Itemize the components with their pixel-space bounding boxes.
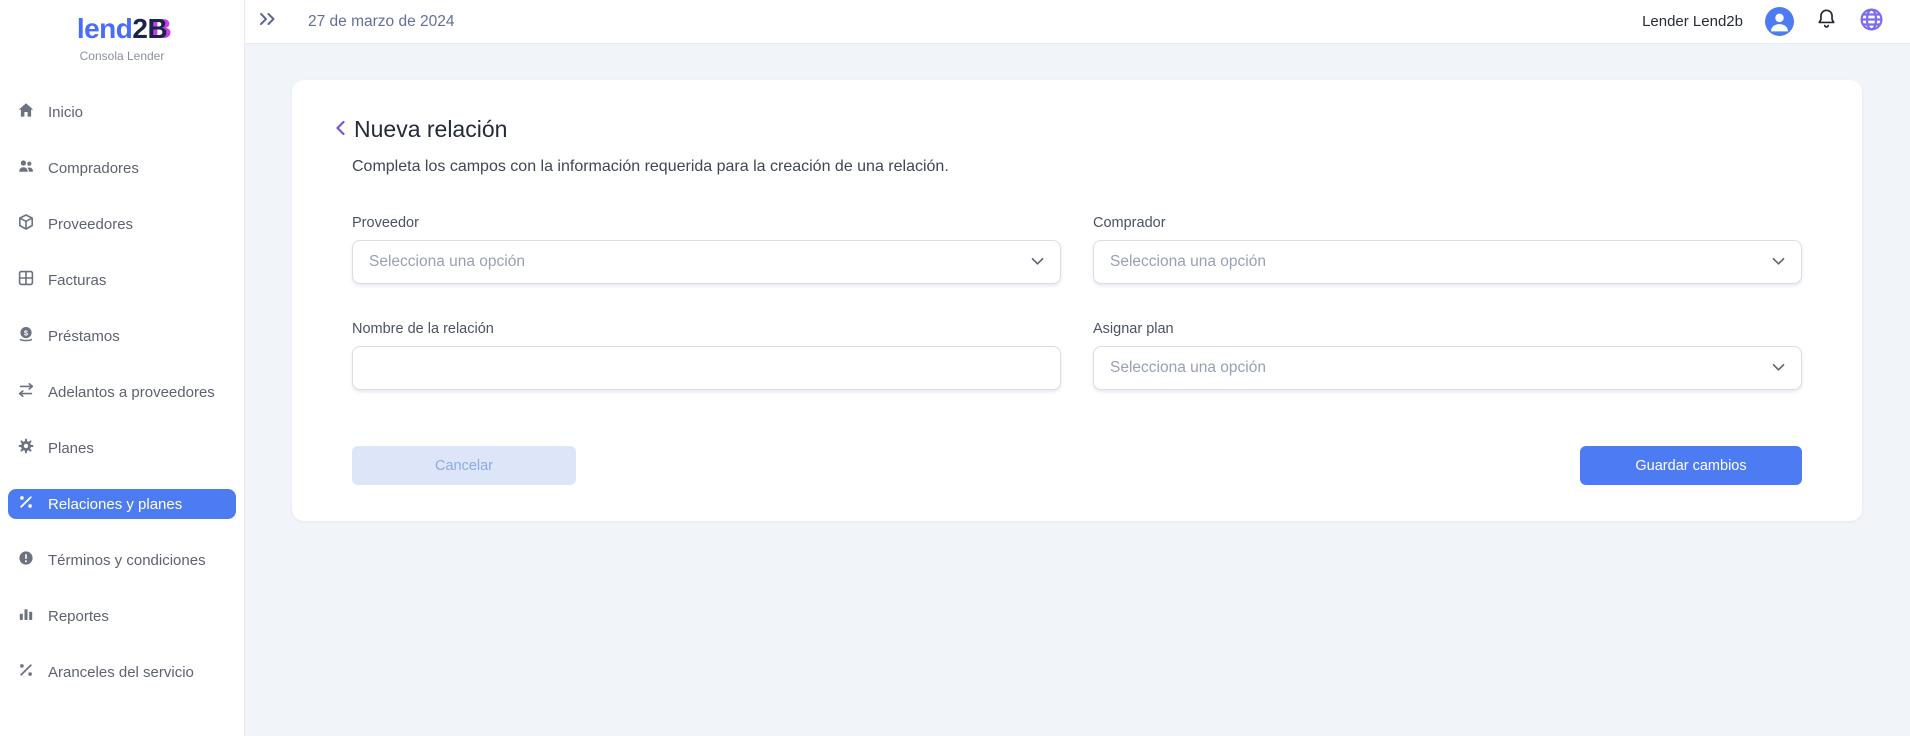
field-asignar-plan: Asignar plan Selecciona una opción bbox=[1093, 321, 1802, 390]
sidebar-item-label: Compradores bbox=[48, 160, 139, 177]
bell-icon bbox=[1816, 8, 1837, 35]
gear-icon bbox=[17, 437, 35, 459]
sidebar-item-compradores[interactable]: Compradores bbox=[8, 153, 236, 183]
topbar-right-group: Lender Lend2b bbox=[1642, 7, 1884, 37]
sidebar-item-label: Facturas bbox=[48, 272, 106, 289]
current-date: 27 de marzo de 2024 bbox=[308, 13, 455, 31]
home-icon bbox=[17, 101, 35, 123]
field-nombre-relacion: Nombre de la relación bbox=[352, 321, 1061, 390]
swap-arrows-icon bbox=[17, 381, 35, 403]
globe-icon bbox=[1859, 7, 1884, 37]
sidebar-item-label: Aranceles del servicio bbox=[48, 664, 194, 681]
chevron-left-icon bbox=[335, 119, 346, 142]
topbar: 27 de marzo de 2024 Lender Lend2b bbox=[245, 0, 1910, 44]
sidebar-item-adelantos[interactable]: Adelantos a proveedores bbox=[8, 377, 236, 407]
sidebar: lend2B Consola Lender Inicio Compradores bbox=[0, 0, 245, 736]
percent-icon bbox=[17, 493, 35, 515]
chevron-down-icon bbox=[1772, 253, 1785, 271]
asignar-plan-label: Asignar plan bbox=[1093, 321, 1802, 337]
sidebar-nav: Inicio Compradores Proveedores Facturas bbox=[0, 97, 244, 687]
cancel-button[interactable]: Cancelar bbox=[352, 446, 576, 485]
logo-text-b: B bbox=[147, 13, 167, 44]
asignar-plan-select[interactable]: Selecciona una opción bbox=[1093, 346, 1802, 390]
logo[interactable]: lend2B Consola Lender bbox=[0, 0, 244, 63]
nombre-relacion-label: Nombre de la relación bbox=[352, 321, 1061, 337]
proveedor-label: Proveedor bbox=[352, 215, 1061, 231]
sidebar-expand-button[interactable] bbox=[258, 11, 278, 32]
sidebar-item-label: Préstamos bbox=[48, 328, 120, 345]
sidebar-item-label: Planes bbox=[48, 440, 94, 457]
sidebar-item-label: Reportes bbox=[48, 608, 109, 625]
comprador-label: Comprador bbox=[1093, 215, 1802, 231]
back-button[interactable] bbox=[335, 117, 346, 142]
proveedor-select[interactable]: Selecciona una opción bbox=[352, 240, 1061, 284]
sidebar-item-inicio[interactable]: Inicio bbox=[8, 97, 236, 127]
coin-icon: $ bbox=[17, 325, 35, 347]
package-icon bbox=[17, 213, 35, 235]
user-name: Lender Lend2b bbox=[1642, 13, 1743, 30]
percent-icon bbox=[17, 661, 35, 683]
sidebar-item-relaciones-y-planes[interactable]: Relaciones y planes bbox=[8, 489, 236, 519]
sidebar-item-label: Proveedores bbox=[48, 216, 133, 233]
language-button[interactable] bbox=[1859, 7, 1884, 37]
app-window: lend2B Consola Lender Inicio Compradores bbox=[0, 0, 1910, 736]
double-chevron-right-icon bbox=[258, 11, 278, 32]
sidebar-item-label: Términos y condiciones bbox=[48, 552, 206, 569]
sidebar-item-facturas[interactable]: Facturas bbox=[8, 265, 236, 295]
sidebar-item-reportes[interactable]: Reportes bbox=[8, 601, 236, 631]
console-subtitle: Consola Lender bbox=[0, 49, 244, 63]
main-area: Nueva relación Completa los campos con l… bbox=[245, 44, 1910, 736]
field-proveedor: Proveedor Selecciona una opción bbox=[352, 215, 1061, 284]
logo-text-2: 2 bbox=[132, 13, 147, 44]
sidebar-item-prestamos[interactable]: $ Préstamos bbox=[8, 321, 236, 351]
sidebar-item-planes[interactable]: Planes bbox=[8, 433, 236, 463]
content-column: 27 de marzo de 2024 Lender Lend2b bbox=[245, 0, 1910, 736]
page-title: Nueva relación bbox=[354, 116, 507, 143]
new-relation-card: Nueva relación Completa los campos con l… bbox=[292, 80, 1862, 521]
exclamation-circle-icon bbox=[17, 549, 35, 571]
save-button[interactable]: Guardar cambios bbox=[1580, 446, 1802, 485]
notifications-button[interactable] bbox=[1816, 8, 1837, 35]
sidebar-item-label: Inicio bbox=[48, 104, 83, 121]
logo-text-lend: lend bbox=[77, 13, 133, 44]
chevron-down-icon bbox=[1031, 253, 1044, 271]
field-comprador: Comprador Selecciona una opción bbox=[1093, 215, 1802, 284]
comprador-placeholder: Selecciona una opción bbox=[1110, 253, 1266, 271]
sidebar-item-proveedores[interactable]: Proveedores bbox=[8, 209, 236, 239]
sidebar-item-label: Adelantos a proveedores bbox=[48, 384, 215, 401]
table-icon bbox=[17, 269, 35, 291]
comprador-select[interactable]: Selecciona una opción bbox=[1093, 240, 1802, 284]
asignar-plan-placeholder: Selecciona una opción bbox=[1110, 359, 1266, 377]
sidebar-item-terminos[interactable]: Términos y condiciones bbox=[8, 545, 236, 575]
relation-form: Proveedor Selecciona una opción Comprado… bbox=[352, 215, 1802, 390]
relation-name-input[interactable] bbox=[352, 346, 1061, 390]
avatar[interactable] bbox=[1765, 7, 1794, 36]
sidebar-item-aranceles[interactable]: Aranceles del servicio bbox=[8, 657, 236, 687]
people-icon bbox=[17, 157, 35, 179]
chevron-down-icon bbox=[1772, 359, 1785, 377]
bar-chart-icon bbox=[17, 605, 35, 627]
proveedor-placeholder: Selecciona una opción bbox=[369, 253, 525, 271]
page-subtitle: Completa los campos con la información r… bbox=[352, 158, 1802, 176]
sidebar-item-label: Relaciones y planes bbox=[48, 496, 182, 513]
